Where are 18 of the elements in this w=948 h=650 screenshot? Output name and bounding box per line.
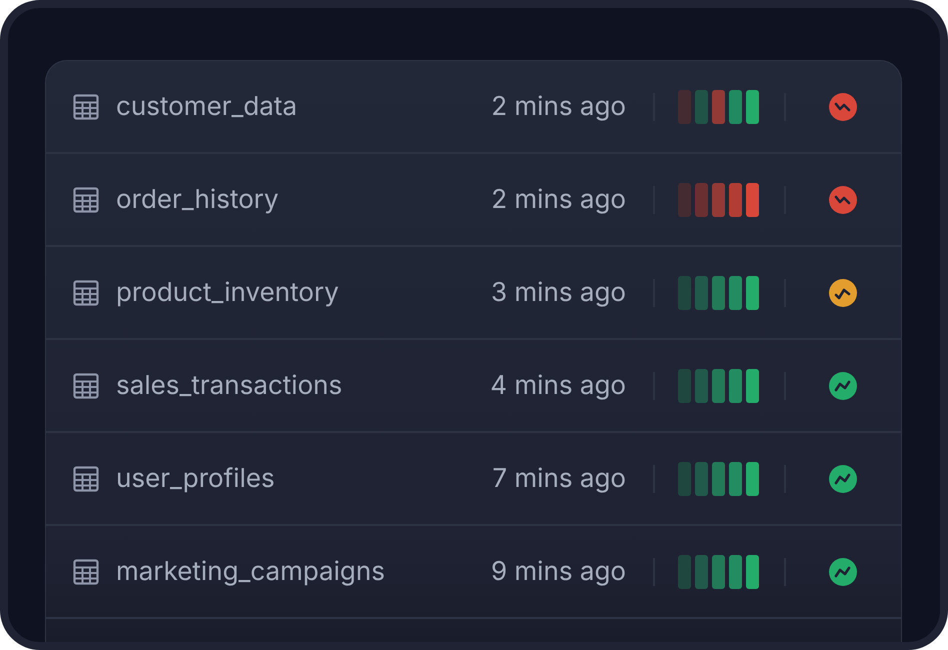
table-icon <box>73 558 99 584</box>
table-name: sales_transactions <box>116 370 344 401</box>
table-icon <box>73 466 99 492</box>
table-name: order_history <box>116 184 280 215</box>
table-name: product_inventory <box>116 277 340 308</box>
table-name: user_profiles <box>116 463 276 494</box>
updated-time: 7 mins ago <box>491 463 626 494</box>
table-icon <box>73 280 99 306</box>
table-icon <box>73 94 99 120</box>
table-name: marketing_campaigns <box>116 556 386 587</box>
updated-time: 3 mins ago <box>490 277 626 308</box>
updated-time: 2 mins ago <box>490 184 626 215</box>
table-icon <box>73 372 99 398</box>
table-name: customer_data <box>116 91 298 122</box>
updated-time: 2 mins ago <box>490 91 626 122</box>
table-icon <box>73 186 99 212</box>
updated-time: 9 mins ago <box>490 556 626 587</box>
updated-time: 4 mins ago <box>489 370 626 401</box>
